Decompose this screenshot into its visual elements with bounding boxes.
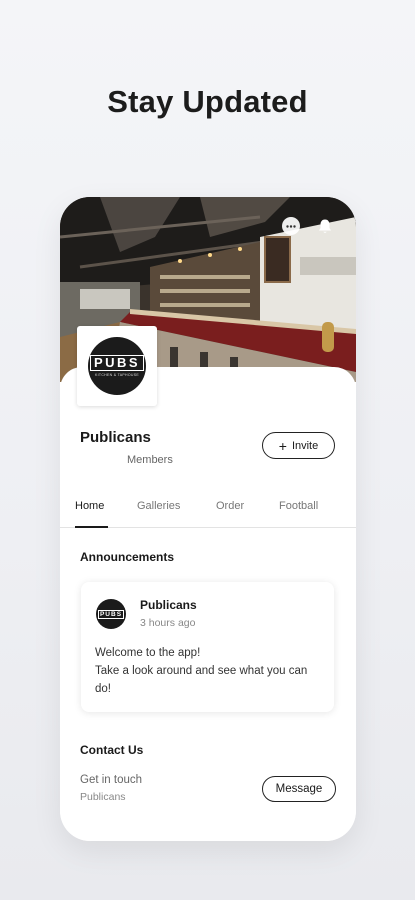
tab-football[interactable]: Football	[279, 500, 318, 512]
post-timestamp: 3 hours ago	[140, 617, 196, 629]
contact-name: Publicans	[80, 791, 126, 803]
post-author: Publicans	[140, 598, 197, 612]
logo-text: PUBS	[89, 355, 145, 371]
post-body: Welcome to the app! Take a look around a…	[95, 647, 308, 695]
invite-button[interactable]: + Invite	[262, 432, 335, 459]
notifications-button[interactable]	[316, 217, 334, 235]
members-link[interactable]: Members	[127, 454, 173, 466]
more-horizontal-icon	[286, 224, 296, 228]
contact-heading: Contact Us	[80, 743, 144, 757]
tab-home[interactable]: Home	[75, 500, 104, 512]
contact-subtitle: Get in touch	[80, 774, 143, 786]
active-tab-indicator	[75, 526, 108, 528]
phone-mockup: PUBS KITCHEN & TAPHOUSE Publicans Member…	[60, 197, 356, 841]
tab-order[interactable]: Order	[216, 500, 244, 512]
bell-icon	[319, 219, 331, 233]
message-button[interactable]: Message	[262, 776, 336, 802]
tab-galleries[interactable]: Galleries	[137, 500, 180, 512]
logo-subtext: KITCHEN & TAPHOUSE	[95, 373, 139, 377]
invite-label: Invite	[291, 439, 319, 452]
plus-icon: +	[278, 437, 287, 454]
announcement-card[interactable]: PUBS Publicans 3 hours ago Welcome to th…	[81, 582, 334, 712]
avatar-text: PUBS	[97, 609, 125, 619]
tab-bar: Home Galleries Order Football	[60, 493, 356, 528]
page-headline: Stay Updated	[107, 84, 308, 119]
more-options-button[interactable]	[282, 217, 300, 235]
announcements-heading: Announcements	[80, 550, 175, 564]
avatar: PUBS	[96, 599, 126, 629]
logo-badge: PUBS KITCHEN & TAPHOUSE	[88, 337, 146, 395]
group-logo: PUBS KITCHEN & TAPHOUSE	[77, 326, 157, 406]
group-name: Publicans	[80, 429, 151, 446]
group-content-sheet: PUBS KITCHEN & TAPHOUSE Publicans Member…	[60, 326, 356, 841]
